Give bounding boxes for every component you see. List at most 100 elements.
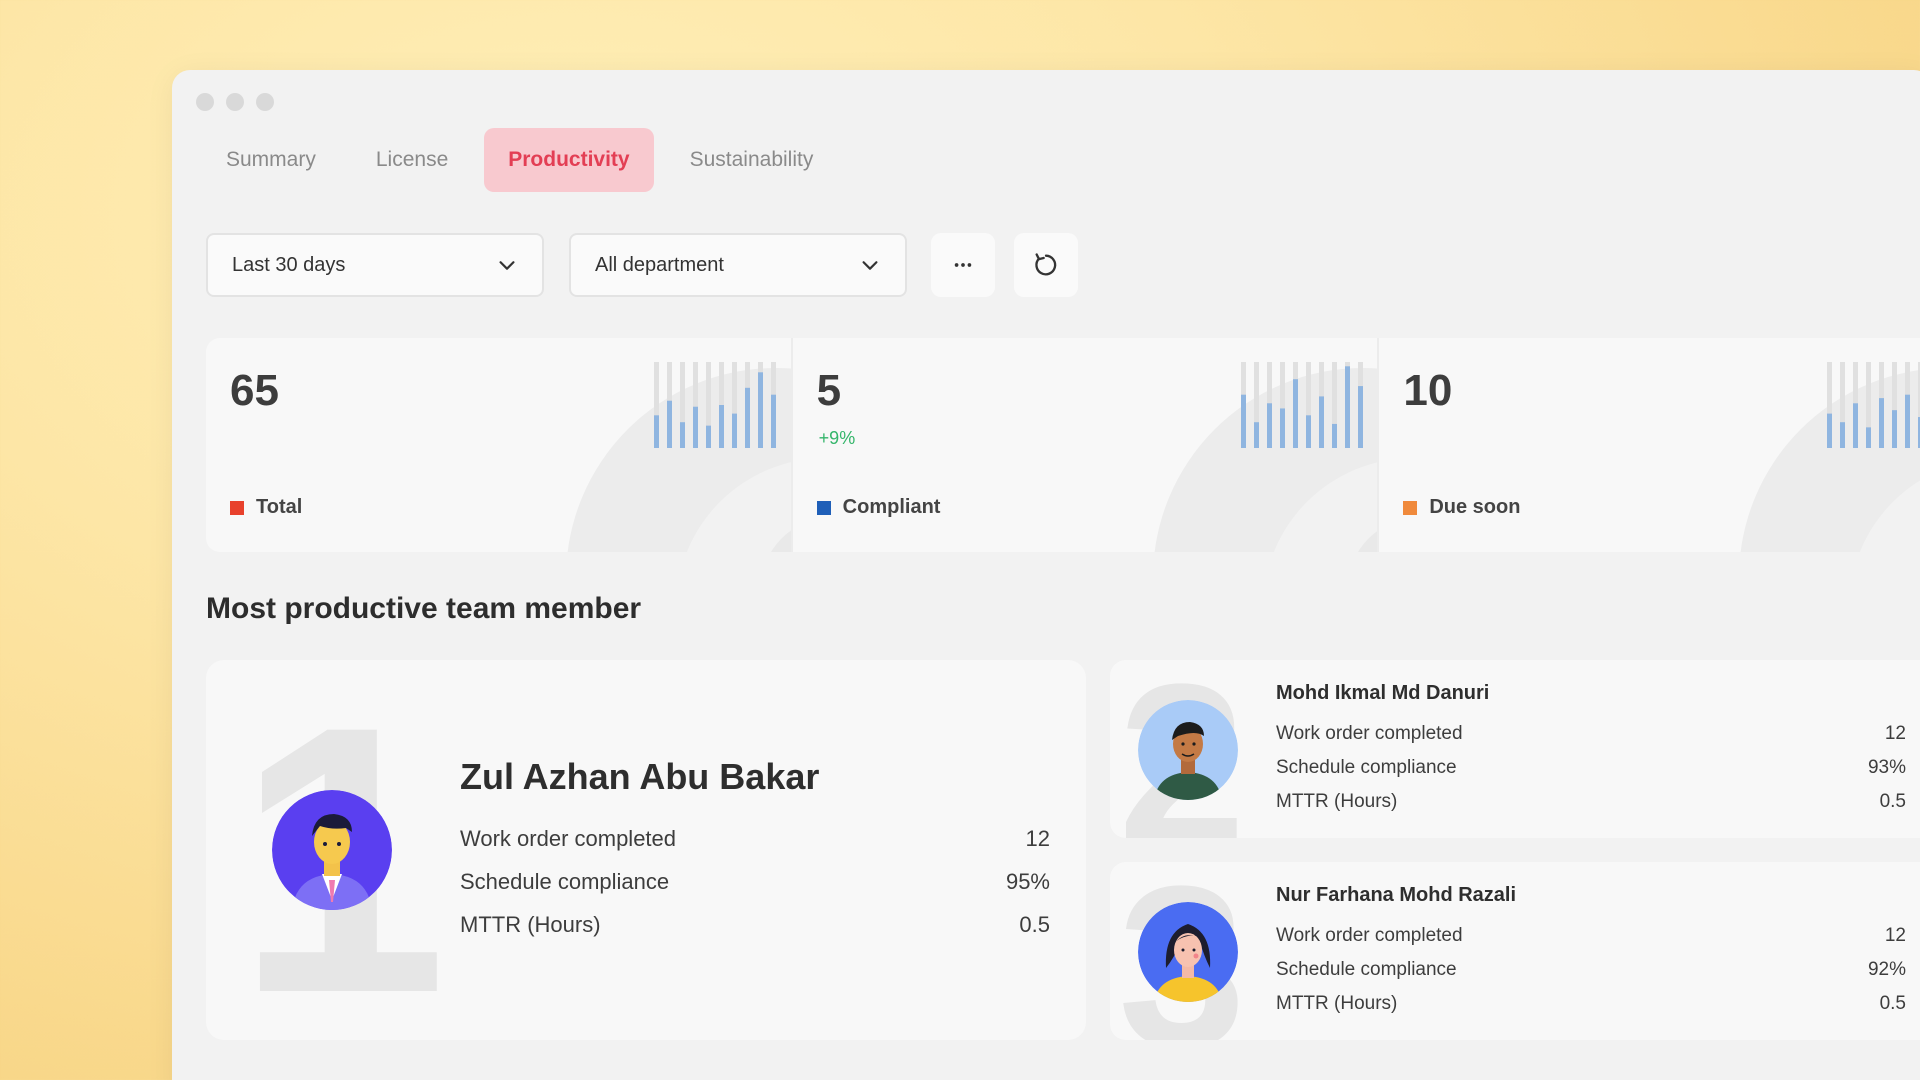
metric-label: MTTR (Hours) (1276, 791, 1398, 812)
refresh-icon (1035, 253, 1057, 276)
more-options-button[interactable] (931, 233, 995, 297)
metric-value: 93% (1867, 757, 1906, 778)
app-window: Summary License Productivity Sustainabil… (172, 70, 1920, 1080)
stat-card-compliant[interactable]: 5 +9% Compliant (792, 338, 1380, 552)
sparkline-bar (1879, 398, 1885, 448)
stat-legend: Compliant (816, 496, 941, 519)
window-maximize-button[interactable] (256, 93, 274, 111)
period-select-value: Last 30 days (232, 253, 346, 276)
sparkline-bar (719, 405, 724, 448)
sparkline-bar (1892, 410, 1898, 448)
metric-row: MTTR (Hours) 0.5 (460, 912, 1050, 955)
member-card-rank-3[interactable]: 3 Nur Farhana Mohd Razali Work order com… (1110, 862, 1920, 1040)
stat-delta: +9% (818, 428, 856, 448)
stat-label: Due soon (1429, 496, 1521, 518)
stat-legend: Due soon (1403, 496, 1520, 519)
legend-swatch (816, 500, 831, 515)
tab-license[interactable]: License (352, 128, 472, 192)
sparkline-bar (1279, 408, 1285, 448)
sparkline-bar (1240, 394, 1246, 448)
sparkline-bar (771, 394, 776, 448)
tab-summary[interactable]: Summary (202, 128, 340, 192)
member-metrics: Work order completed 12 Schedule complia… (1276, 723, 1906, 825)
stats-row: 65 Total 5 +9% Compliant 10 Due soon (206, 338, 1920, 552)
sparkline-bar (745, 387, 750, 448)
metric-row: MTTR (Hours) 0.5 (1276, 993, 1906, 1027)
sparkline-bar (1292, 379, 1298, 448)
sparkline-bar (654, 415, 659, 448)
window-controls (196, 93, 274, 111)
sparkline-bar (1866, 427, 1872, 448)
sparkline-bar (1331, 423, 1337, 448)
more-horizontal-icon (954, 263, 972, 267)
sparkline-bar (667, 400, 672, 448)
member-card-rank-2[interactable]: 2 Mohd Ikmal Md Danuri Work order comple… (1110, 660, 1920, 838)
metric-label: Work order completed (1276, 925, 1463, 946)
metric-value: 0.5 (1879, 993, 1906, 1014)
stat-value: 65 (230, 366, 279, 415)
member-name: Zul Azhan Abu Bakar (460, 756, 820, 797)
sparkline-bar (680, 422, 685, 448)
section-title: Most productive team member (206, 592, 642, 625)
member-metrics: Work order completed 12 Schedule complia… (460, 826, 1050, 955)
sparkline-chart (654, 362, 776, 448)
metric-label: MTTR (Hours) (460, 912, 601, 937)
chevron-down-icon (499, 261, 515, 270)
stat-value: 5 (816, 366, 842, 415)
avatar (1138, 902, 1238, 1002)
refresh-button[interactable] (1014, 233, 1078, 297)
window-close-button[interactable] (196, 93, 214, 111)
sparkline-bar (1344, 366, 1350, 448)
sparkline-bar (1357, 386, 1363, 448)
metric-value: 12 (1884, 723, 1906, 744)
metric-row: MTTR (Hours) 0.5 (1276, 791, 1906, 825)
metric-row: Work order completed 12 (1276, 723, 1906, 757)
member-name: Mohd Ikmal Md Danuri (1276, 682, 1490, 704)
metric-label: Schedule compliance (460, 869, 670, 894)
stat-card-total[interactable]: 65 Total (206, 338, 793, 552)
department-select[interactable]: All department (569, 233, 907, 297)
period-select[interactable]: Last 30 days (206, 233, 544, 297)
metric-value: 12 (1025, 826, 1050, 851)
avatar (272, 790, 392, 910)
tab-bar: Summary License Productivity Sustainabil… (202, 128, 837, 192)
window-minimize-button[interactable] (226, 93, 244, 111)
metric-row: Schedule compliance 95% (460, 869, 1050, 912)
legend-swatch (230, 500, 244, 515)
metric-value: 0.5 (1879, 791, 1906, 812)
metric-row: Work order completed 12 (1276, 925, 1906, 959)
top-member-card[interactable]: 1 Zul Azhan Abu Bakar Work order complet… (206, 660, 1086, 1040)
metric-label: Schedule compliance (1276, 757, 1457, 778)
metric-label: Work order completed (1276, 723, 1463, 744)
sparkline-chart (1240, 362, 1363, 448)
chevron-down-icon (862, 261, 878, 270)
tab-productivity[interactable]: Productivity (484, 128, 654, 192)
stat-card-due-soon[interactable]: 10 Due soon (1379, 338, 1920, 552)
legend-swatch (1403, 500, 1418, 515)
metric-value: 12 (1884, 925, 1906, 946)
department-select-value: All department (595, 253, 724, 276)
metric-label: Work order completed (460, 826, 677, 851)
metric-row: Schedule compliance 93% (1276, 757, 1906, 791)
sparkline-bar (706, 425, 711, 448)
metric-label: MTTR (Hours) (1276, 993, 1398, 1014)
metric-value: 92% (1867, 959, 1906, 980)
sparkline-bar (1840, 422, 1846, 448)
member-metrics: Work order completed 12 Schedule complia… (1276, 925, 1906, 1027)
member-name: Nur Farhana Mohd Razali (1276, 884, 1517, 906)
metric-value: 95% (1005, 869, 1050, 894)
sparkline-bar (1318, 396, 1324, 448)
sparkline-bar (758, 372, 763, 448)
stat-label: Total (256, 496, 303, 518)
stat-label: Compliant (842, 496, 941, 518)
sparkline-bar (1305, 415, 1311, 448)
sparkline-bar (1905, 394, 1911, 448)
metric-label: Schedule compliance (1276, 959, 1457, 980)
sparkline-bar (732, 413, 737, 448)
tab-sustainability[interactable]: Sustainability (666, 128, 838, 192)
stat-legend: Total (230, 496, 302, 519)
metric-row: Work order completed 12 (460, 826, 1050, 869)
stat-value: 10 (1403, 366, 1453, 415)
sparkline-bar (1266, 403, 1272, 448)
filter-toolbar: Last 30 days All department (206, 233, 1078, 297)
